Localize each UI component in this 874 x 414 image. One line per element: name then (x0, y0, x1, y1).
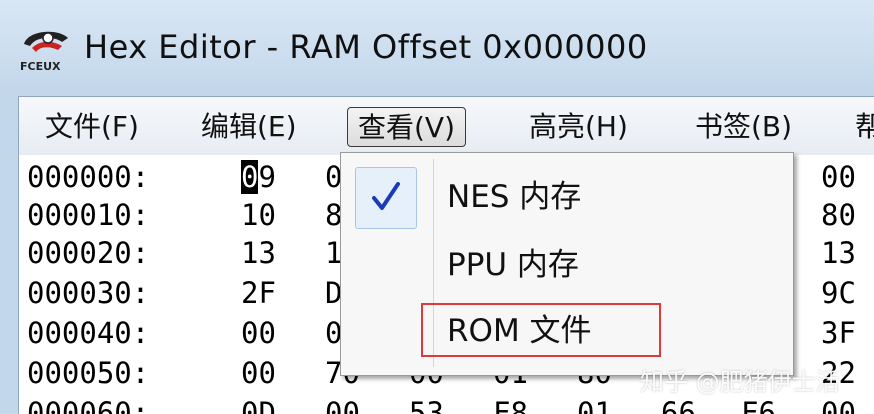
title-bar[interactable]: FCEUX Hex Editor - RAM Offset 0x000000 (0, 0, 874, 96)
menu-help[interactable]: 帮 (845, 107, 874, 147)
hex-byte[interactable]: 0D (241, 393, 276, 414)
hex-editor-window: FCEUX Hex Editor - RAM Offset 0x000000 文… (0, 0, 874, 414)
hex-byte[interactable]: 13 (241, 233, 276, 273)
hex-byte[interactable]: 2F (241, 273, 276, 313)
hex-byte[interactable]: 00 (325, 393, 360, 414)
checkmark-frame (355, 167, 417, 229)
logo-text: FCEUX (20, 60, 61, 73)
hex-byte[interactable]: 13 (821, 233, 856, 273)
hex-byte[interactable]: 00 (241, 353, 276, 393)
hex-byte[interactable]: 9C (821, 273, 856, 313)
hex-byte[interactable]: F8 (493, 393, 528, 414)
row-address: 000020: (27, 236, 150, 270)
menu-view[interactable]: 查看(V) (347, 107, 467, 147)
window-title: Hex Editor - RAM Offset 0x000000 (84, 28, 648, 66)
hex-cursor-rest: 9 (258, 160, 276, 194)
hex-row: 000020: 13 1 13 (27, 233, 856, 273)
hex-row: 000060: 0D 00 53 F8 01 66 F6 00 (27, 393, 856, 414)
watermark: 知乎 @肥猪伊士活 (640, 368, 840, 396)
hex-byte[interactable]: 01 (577, 393, 612, 414)
hex-byte[interactable]: 00 (821, 157, 856, 197)
row-address: 000040: (27, 316, 150, 350)
row-address: 000060: (27, 396, 150, 414)
menu-item-ppu-memory[interactable]: PPU 内存 (447, 239, 579, 291)
hex-byte[interactable]: 00 (241, 313, 276, 353)
hex-row: 000050: 00 70 00 01 80 22 (27, 353, 856, 393)
rom-file-highlight-box (421, 303, 661, 357)
hex-cursor: 0 (241, 160, 259, 194)
menu-highlight[interactable]: 高亮(H) (519, 107, 638, 147)
hex-row: 000000: 09 0 00 (27, 157, 856, 197)
hex-byte-selected[interactable]: 09 (241, 157, 276, 197)
hex-byte[interactable]: 10 (241, 195, 276, 235)
row-address: 000000: (27, 160, 150, 194)
menu-bookmarks[interactable]: 书签(B) (685, 107, 802, 147)
row-address: 000050: (27, 356, 150, 390)
menu-bar: 文件(F) 编辑(E) 查看(V) 高亮(H) 书签(B) 帮 (19, 97, 874, 156)
menu-edit[interactable]: 编辑(E) (191, 107, 307, 147)
fceux-logo-icon: FCEUX (18, 24, 72, 74)
hex-byte[interactable]: 53 (409, 393, 444, 414)
hex-row: 000010: 10 8 80 (27, 195, 856, 235)
hex-row: 000040: 00 0 3F (27, 313, 856, 353)
hex-byte[interactable]: 80 (821, 195, 856, 235)
hex-row: 000030: 2F D 9C (27, 273, 856, 313)
row-address: 000030: (27, 276, 150, 310)
row-address: 000010: (27, 198, 150, 232)
checkmark-icon (372, 182, 400, 210)
menu-file[interactable]: 文件(F) (35, 107, 149, 147)
hex-byte[interactable]: 3F (821, 313, 856, 353)
menu-item-nes-memory[interactable]: NES 内存 (447, 171, 581, 223)
view-menu-dropdown: NES 内存 PPU 内存 ROM 文件 (340, 152, 794, 376)
